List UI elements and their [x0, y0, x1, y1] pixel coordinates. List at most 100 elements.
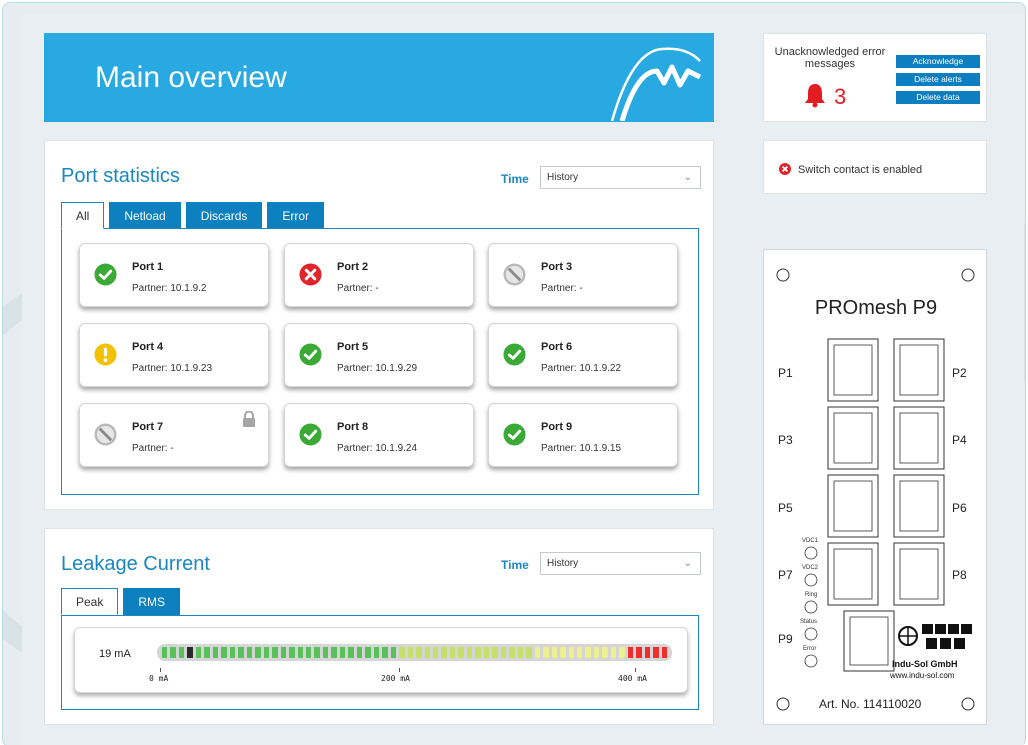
leakage-bar-segment — [322, 647, 329, 658]
leakage-bar-segment — [365, 647, 371, 658]
leakage-bar-segment — [280, 647, 287, 658]
port-name: Port 6 — [541, 341, 573, 353]
leakage-bar-segment — [619, 647, 625, 658]
switch-contact-box: Switch contact is enabled — [763, 140, 987, 194]
leakage-time-select-value: History — [547, 558, 579, 569]
leakage-bar-segment — [416, 647, 422, 658]
port-label-p4: P4 — [952, 433, 967, 447]
leakage-bar-segment — [204, 647, 210, 658]
led-indicators — [804, 546, 818, 668]
time-select[interactable]: History ⌄ — [540, 166, 701, 189]
tab-error[interactable]: Error — [267, 202, 325, 229]
leakage-bar-segment — [229, 647, 236, 658]
acknowledge-button[interactable]: Acknowledge — [896, 55, 980, 68]
leakage-bar-segment — [483, 647, 490, 658]
leakage-bar-segment — [653, 647, 659, 658]
port-partner: Partner: 10.1.9.29 — [337, 363, 418, 374]
port-label-p5: P5 — [778, 501, 793, 515]
leakage-bar-segment — [297, 647, 303, 658]
leakage-bar-segment — [305, 647, 312, 658]
led-label-vdc1: VDC1 — [802, 538, 819, 544]
leakage-bar-segment — [466, 647, 473, 658]
leakage-time-select[interactable]: History ⌄ — [540, 552, 701, 575]
leakage-meter: 19 mA 0 mA 200 mA 400 mA — [74, 627, 688, 693]
delete-data-button[interactable]: Delete data — [896, 91, 980, 104]
tab-peak[interactable]: Peak — [61, 588, 119, 615]
port-name: Port 7 — [132, 421, 164, 433]
port-card-5[interactable]: Port 5 Partner: 10.1.9.29 — [284, 323, 474, 387]
leakage-bar-segment — [636, 647, 642, 658]
tick-mark — [399, 668, 400, 672]
port-label-p2: P2 — [952, 366, 967, 380]
leakage-bar-segment — [331, 647, 337, 658]
leakage-bar-segment — [610, 647, 617, 658]
port-card-9[interactable]: Port 9 Partner: 10.1.9.15 — [488, 403, 678, 467]
leakage-bar-segment — [534, 647, 541, 658]
leakage-bar-segment — [390, 647, 397, 658]
device-name: PROmesh P9 — [814, 297, 938, 319]
leakage-bar-segment — [661, 647, 668, 658]
tab-discards[interactable]: Discards — [185, 202, 263, 229]
port-card-6[interactable]: Port 6 Partner: 10.1.9.22 — [488, 323, 678, 387]
port-partner: Partner: 10.1.9.22 — [541, 363, 622, 374]
port-partner: Partner: 10.1.9.23 — [132, 363, 213, 374]
port-statistics-title: Port statistics — [61, 165, 180, 187]
tick-label-400: 400 mA — [618, 674, 647, 683]
error-circle-icon — [779, 163, 791, 175]
tab-all[interactable]: All — [61, 202, 105, 229]
leakage-bar-segment — [576, 647, 583, 658]
tick-mark — [160, 668, 161, 672]
company-name: Indu-Sol GmbH — [892, 659, 958, 669]
port-label-p3: P3 — [778, 433, 793, 447]
warning-circle-icon — [94, 343, 117, 366]
delete-alerts-button[interactable]: Delete alerts — [896, 73, 980, 86]
leakage-bar-segment — [560, 647, 566, 658]
mount-hole-icon — [776, 697, 790, 711]
leakage-bar-segment — [170, 647, 176, 658]
port-name: Port 2 — [337, 261, 369, 273]
port-name: Port 4 — [132, 341, 164, 353]
error-circle-icon — [299, 263, 322, 286]
leakage-bar-segment — [339, 647, 346, 658]
port-partner: Partner: - — [541, 283, 583, 294]
leakage-bar-segment — [178, 647, 185, 658]
leakage-bar — [157, 644, 672, 661]
leakage-bar-segment — [246, 647, 253, 658]
port-name: Port 3 — [541, 261, 573, 273]
port-tabs: All Netload Discards Error — [61, 202, 329, 229]
leakage-bar-segment — [500, 647, 507, 658]
port-card-1[interactable]: Port 1 Partner: 10.1.9.2 — [79, 243, 269, 307]
tick-mark — [635, 668, 636, 672]
tab-rms[interactable]: RMS — [123, 588, 181, 615]
port-card-3[interactable]: Port 3 Partner: - — [488, 243, 678, 307]
leakage-bar-segment — [162, 647, 168, 658]
check-circle-icon — [503, 343, 526, 366]
page-header: Main overview — [44, 33, 714, 122]
page-title: Main overview — [95, 61, 287, 94]
mount-hole-icon — [961, 697, 975, 711]
leakage-bar-segment — [551, 647, 558, 658]
tab-netload[interactable]: Netload — [109, 202, 181, 229]
check-circle-icon — [299, 343, 322, 366]
error-messages-title: Unacknowledged error messages — [774, 46, 886, 70]
check-circle-icon — [94, 263, 117, 286]
chevron-down-icon: ⌄ — [683, 172, 692, 183]
tick-label-0: 0 mA — [149, 674, 169, 683]
tick-label-200: 200 mA — [381, 674, 410, 683]
leakage-bar-segment — [373, 647, 380, 658]
port-card-8[interactable]: Port 8 Partner: 10.1.9.24 — [284, 403, 474, 467]
port-card-7[interactable]: Port 7 Partner: - — [79, 403, 269, 467]
leakage-bar-segment — [492, 647, 498, 658]
leakage-bar-segment — [441, 647, 447, 658]
port-card-2[interactable]: Port 2 Partner: - — [284, 243, 474, 307]
leakage-title: Leakage Current — [61, 553, 210, 575]
leakage-bar-segment — [424, 647, 430, 658]
lock-icon — [242, 410, 256, 432]
leakage-bar-segment — [602, 647, 608, 658]
error-count: 3 — [834, 84, 847, 109]
port-card-4[interactable]: Port 4 Partner: 10.1.9.23 — [79, 323, 269, 387]
leakage-bar-segment — [568, 647, 574, 658]
leakage-bar-segment — [238, 647, 244, 658]
leakage-bar-segment — [356, 647, 363, 658]
leakage-bar-segment — [314, 647, 320, 658]
